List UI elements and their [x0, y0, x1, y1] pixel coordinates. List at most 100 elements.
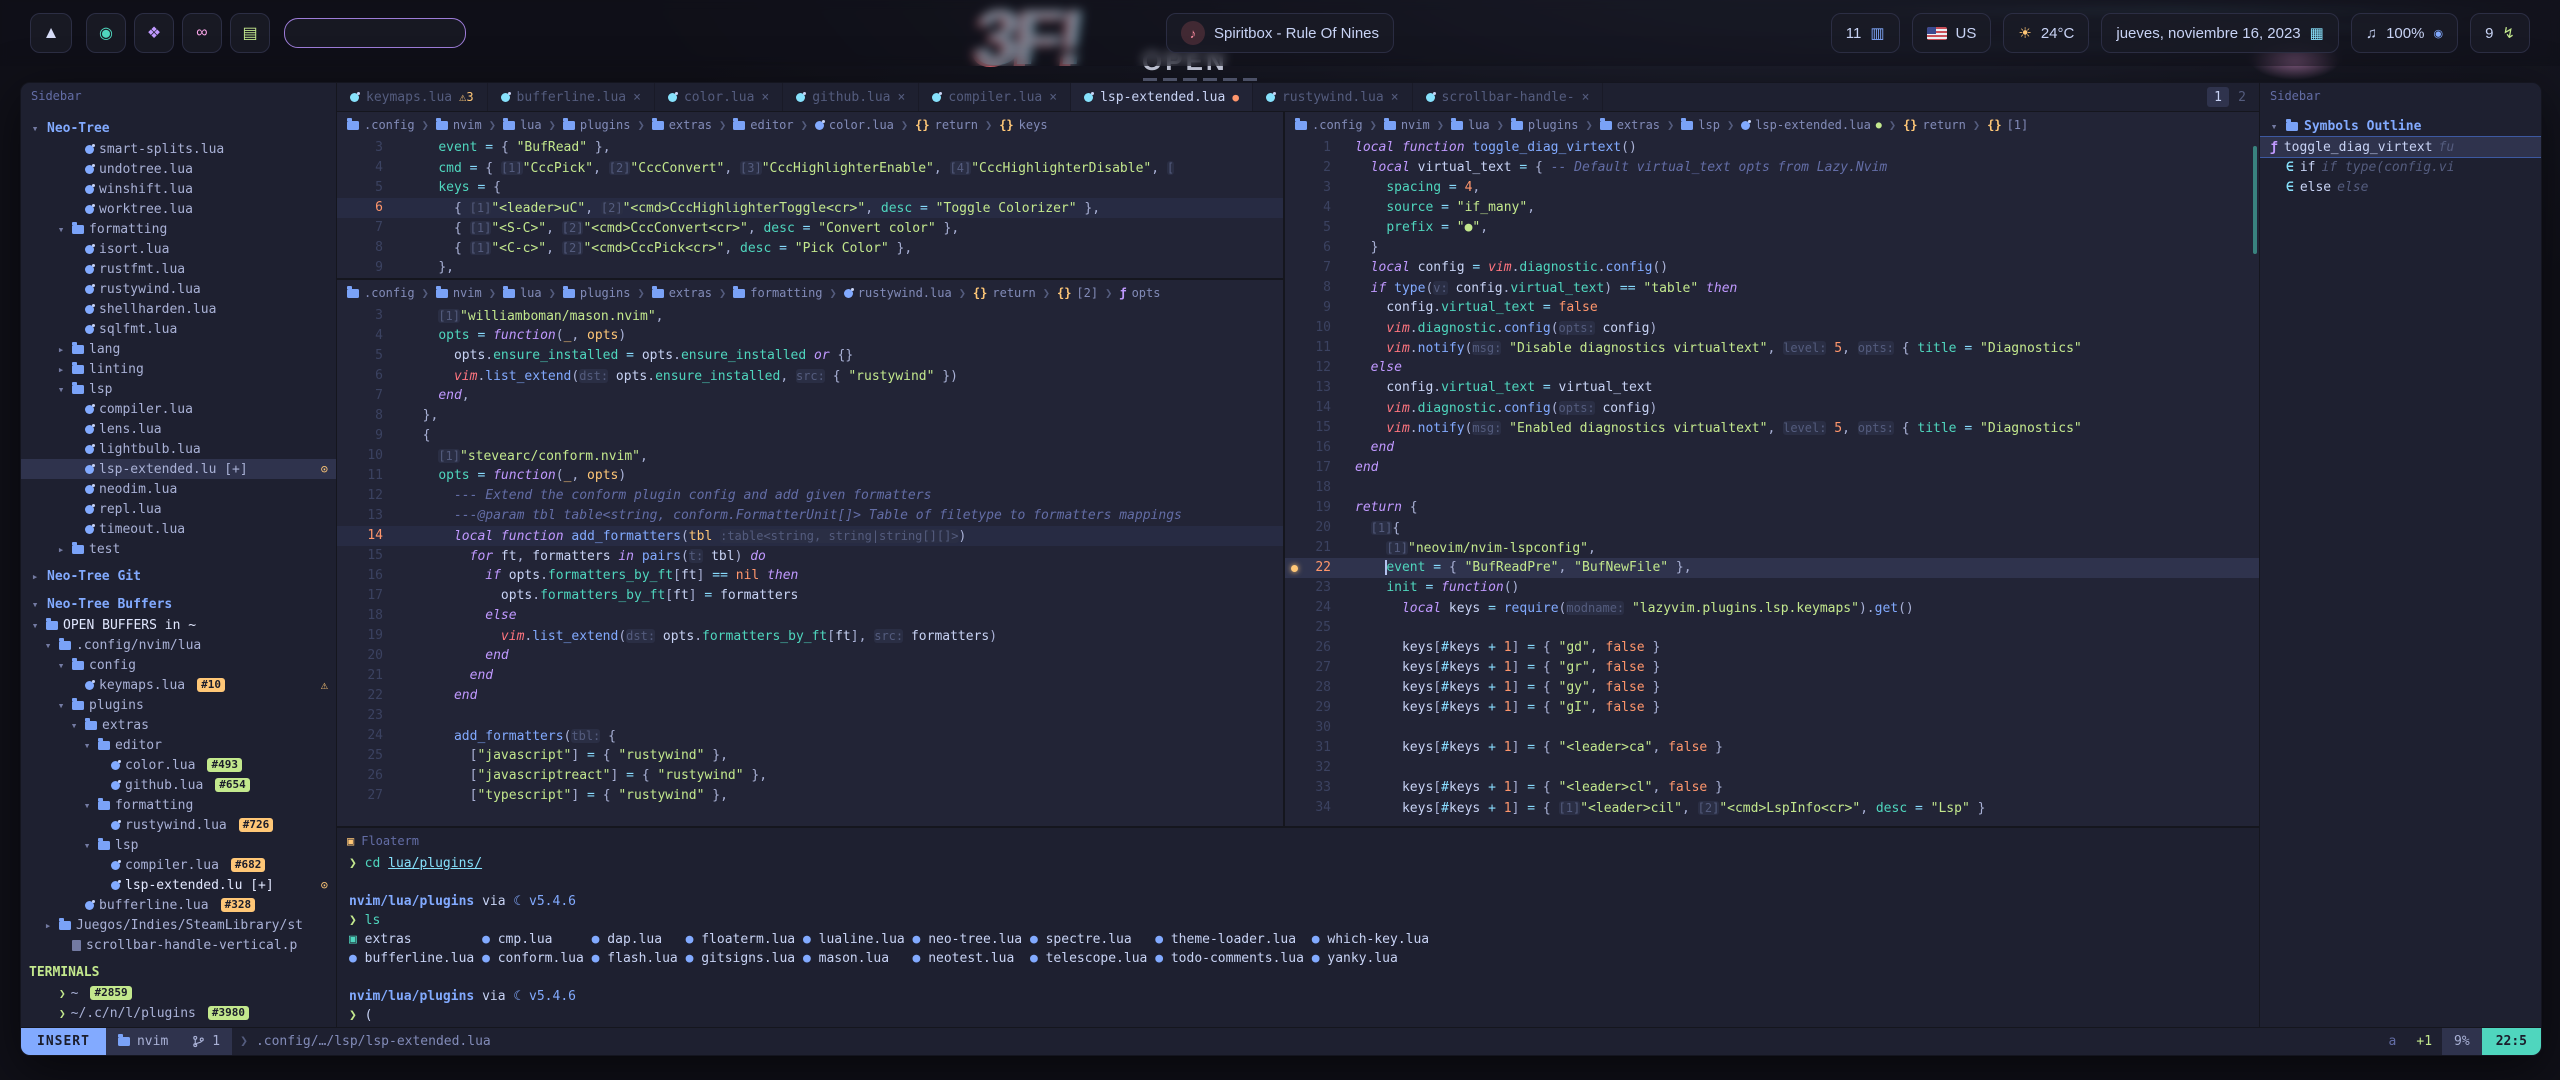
- code-line[interactable]: 15 vim.notify(msg: "Enabled diagnostics …: [1285, 418, 2259, 438]
- code-line[interactable]: 11 vim.notify(msg: "Disable diagnostics …: [1285, 338, 2259, 358]
- code-line[interactable]: 3 [1]"williamboman/mason.nvim",: [337, 306, 1283, 326]
- code-line[interactable]: 15 for ft, formatters in pairs(t: tbl) d…: [337, 546, 1283, 566]
- code-line[interactable]: 26 keys[#keys + 1] = { "gd", false }: [1285, 638, 2259, 658]
- code-line[interactable]: 31 keys[#keys + 1] = { "<leader>ca", fal…: [1285, 738, 2259, 758]
- code-line[interactable]: 26 ["javascriptreact"] = { "rustywind" }…: [337, 766, 1283, 786]
- code-line[interactable]: 7 local config = vim.diagnostic.config(): [1285, 258, 2259, 278]
- breadcrumb-item[interactable]: plugins: [563, 286, 631, 300]
- breadcrumb-item[interactable]: ƒopts: [1119, 286, 1160, 300]
- breadcrumb-item[interactable]: plugins: [563, 118, 631, 132]
- date-widget[interactable]: jueves, noviembre 16, 2023 ▦: [2101, 13, 2338, 53]
- code-line[interactable]: 7 end,: [337, 386, 1283, 406]
- code-area[interactable]: 1local function toggle_diag_virtext()2 l…: [1285, 138, 2259, 826]
- code-line[interactable]: 24 add_formatters(tbl: {: [337, 726, 1283, 746]
- section-header-neo-tree-git[interactable]: ▸Neo-Tree Git: [21, 565, 336, 587]
- code-line[interactable]: 8 if type(v: config.virtual_text) == "ta…: [1285, 278, 2259, 298]
- tree-item[interactable]: lens.lua: [21, 419, 336, 439]
- tree-item[interactable]: undotree.lua: [21, 159, 336, 179]
- tree-item[interactable]: ▾lsp: [21, 379, 336, 399]
- code-line[interactable]: 8 { [1]"<C-c>", [2]"<cmd>CccPick<cr>", d…: [337, 238, 1283, 258]
- section-header-neo-tree-buffers[interactable]: ▾Neo-Tree Buffers: [21, 593, 336, 615]
- code-line[interactable]: 29 keys[#keys + 1] = { "gI", false }: [1285, 698, 2259, 718]
- breadcrumb-item[interactable]: color.lua: [815, 118, 894, 132]
- section-header-neo-tree[interactable]: ▾Neo-Tree: [21, 117, 336, 139]
- code-line[interactable]: 30: [1285, 718, 2259, 738]
- code-line[interactable]: 25: [1285, 618, 2259, 638]
- code-line[interactable]: 6 { [1]"<leader>uC", [2]"<cmd>CccHighlig…: [337, 198, 1283, 218]
- breadcrumb-item[interactable]: {}[1]: [1987, 118, 2028, 132]
- tree-item[interactable]: ▸Juegos/Indies/SteamLibrary/st: [21, 915, 336, 935]
- code-line[interactable]: 27 keys[#keys + 1] = { "gr", false }: [1285, 658, 2259, 678]
- tree-item[interactable]: compiler.lua: [21, 399, 336, 419]
- tree-item[interactable]: scrollbar-handle-vertical.p: [21, 935, 336, 955]
- editor-pane-rustywind[interactable]: .config❯nvim❯lua❯plugins❯extras❯formatti…: [337, 280, 1283, 826]
- tree-item[interactable]: neodim.lua: [21, 479, 336, 499]
- code-line[interactable]: 7 { [1]"<S-C>", [2]"<cmd>CccConvert<cr>"…: [337, 218, 1283, 238]
- code-line[interactable]: 16 if opts.formatters_by_ft[ft] == nil t…: [337, 566, 1283, 586]
- tab-close-icon[interactable]: ×: [1049, 90, 1057, 105]
- tree-item[interactable]: bufferline.lua#328: [21, 895, 336, 915]
- terminal-output[interactable]: ❯ cd lua/plugins/ nvim/lua/plugins via ☾…: [337, 854, 2259, 1027]
- tree-item[interactable]: shellharden.lua: [21, 299, 336, 319]
- breadcrumb-item[interactable]: {}return: [915, 118, 978, 132]
- tree-item[interactable]: color.lua#493: [21, 755, 336, 775]
- breadcrumb-item[interactable]: lua: [503, 118, 542, 132]
- editor-pane-lsp-extended[interactable]: .config❯nvim❯lua❯plugins❯extras❯lsp❯lsp-…: [1285, 112, 2259, 826]
- tree-item[interactable]: lsp-extended.lu [+]⊙: [21, 875, 336, 895]
- code-line[interactable]: 6 }: [1285, 238, 2259, 258]
- outline-item[interactable]: ∈elseelse: [2260, 177, 2541, 197]
- tree-item[interactable]: sqlfmt.lua: [21, 319, 336, 339]
- code-line[interactable]: 27 ["typescript"] = { "rustywind" },: [337, 786, 1283, 806]
- notes-button[interactable]: ▤: [230, 13, 270, 53]
- breadcrumb-item[interactable]: {}return: [973, 286, 1036, 300]
- tree-item[interactable]: ▾.config/nvim/lua: [21, 635, 336, 655]
- tab-close-icon[interactable]: ×: [761, 90, 769, 105]
- breadcrumb-item[interactable]: extras: [652, 118, 712, 132]
- volume-widget[interactable]: ♫ 100% ◉: [2351, 13, 2458, 53]
- tab-lsp-extended.lua[interactable]: lsp-extended.lua●: [1071, 83, 1253, 111]
- code-line[interactable]: 12 --- Extend the conform plugin config …: [337, 486, 1283, 506]
- tree-item[interactable]: ▸linting: [21, 359, 336, 379]
- code-line[interactable]: 5 prefix = "●",: [1285, 218, 2259, 238]
- breadcrumb-item[interactable]: .config: [347, 118, 415, 132]
- updates-widget[interactable]: 11 ▥: [1831, 13, 1900, 53]
- code-line[interactable]: 21 end: [337, 666, 1283, 686]
- breadcrumb-item[interactable]: lua: [1451, 118, 1490, 132]
- breadcrumb-item[interactable]: .config: [347, 286, 415, 300]
- code-line[interactable]: 24 local keys = require(modname: "lazyvi…: [1285, 598, 2259, 618]
- link-button[interactable]: ∞: [182, 13, 222, 53]
- breadcrumb-item[interactable]: {}keys: [999, 118, 1047, 132]
- breadcrumb-item[interactable]: lsp-extended.lua●: [1741, 118, 1882, 132]
- tree-item[interactable]: rustywind.lua#726: [21, 815, 336, 835]
- code-line[interactable]: 3 event = { "BufRead" },: [337, 138, 1283, 158]
- code-line[interactable]: 16 end: [1285, 438, 2259, 458]
- code-line[interactable]: 9 },: [337, 258, 1283, 278]
- tab-keymaps.lua[interactable]: keymaps.lua⚠3: [337, 83, 488, 111]
- tree-item[interactable]: repl.lua: [21, 499, 336, 519]
- code-line[interactable]: 5 keys = {: [337, 178, 1283, 198]
- code-line[interactable]: 20 end: [337, 646, 1283, 666]
- code-line[interactable]: 5 opts.ensure_installed = opts.ensure_in…: [337, 346, 1283, 366]
- battery-widget[interactable]: 9 ↯: [2470, 13, 2530, 53]
- tree-item[interactable]: ▾formatting: [21, 795, 336, 815]
- code-line[interactable]: 14 vim.diagnostic.config(opts: config): [1285, 398, 2259, 418]
- music-widget[interactable]: ♪ Spiritbox - Rule Of Nines: [1166, 13, 1394, 53]
- breadcrumb-item[interactable]: nvim: [1384, 118, 1430, 132]
- tree-item[interactable]: ▾extras: [21, 715, 336, 735]
- tab-compiler.lua[interactable]: compiler.lua×: [919, 83, 1071, 111]
- breadcrumb-item[interactable]: editor: [733, 118, 793, 132]
- section-header-terminals[interactable]: TERMINALS: [21, 961, 336, 983]
- tree-item[interactable]: ▾config: [21, 655, 336, 675]
- breadcrumb-item[interactable]: extras: [1600, 118, 1660, 132]
- symbols-outline-header[interactable]: ▾ Symbols Outline: [2260, 115, 2541, 137]
- code-line[interactable]: 19 vim.list_extend(dst: opts.formatters_…: [337, 626, 1283, 646]
- tree-item[interactable]: ▾editor: [21, 735, 336, 755]
- code-line[interactable]: 34 keys[#keys + 1] = { [1]"<leader>cil",…: [1285, 798, 2259, 818]
- code-line[interactable]: 1local function toggle_diag_virtext(): [1285, 138, 2259, 158]
- tree-item[interactable]: rustfmt.lua: [21, 259, 336, 279]
- tree-item[interactable]: lightbulb.lua: [21, 439, 336, 459]
- breadcrumb-item[interactable]: nvim: [436, 118, 482, 132]
- code-area[interactable]: 3 [1]"williamboman/mason.nvim",4 opts = …: [337, 306, 1283, 826]
- tree-item[interactable]: keymaps.lua#10⚠: [21, 675, 336, 695]
- tree-item[interactable]: ▾OPEN BUFFERS in ~: [21, 615, 336, 635]
